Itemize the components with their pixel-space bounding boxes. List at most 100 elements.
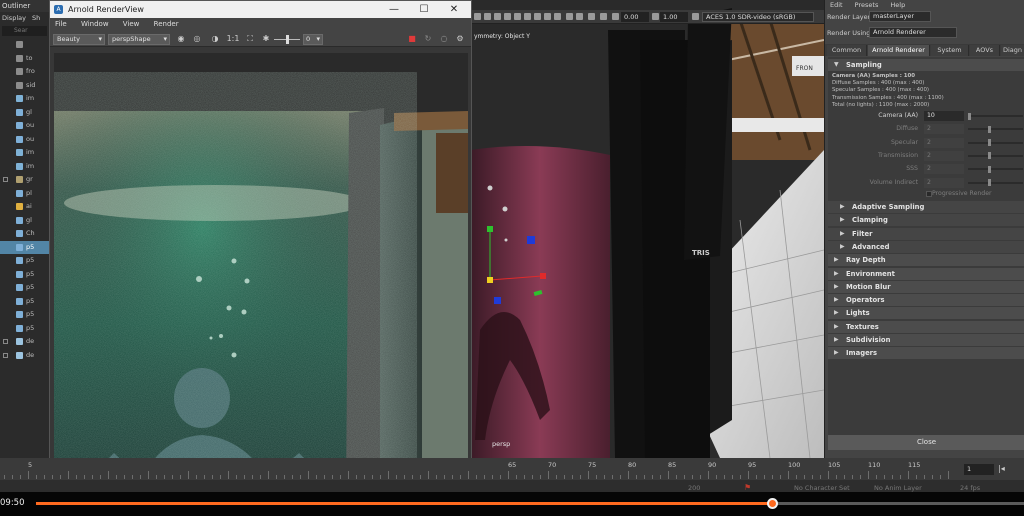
outliner-item[interactable]: gr bbox=[0, 173, 49, 187]
smooth-shade-icon[interactable] bbox=[514, 13, 521, 20]
outliner-item[interactable]: p5 bbox=[0, 322, 49, 336]
outliner-item[interactable]: pl bbox=[0, 187, 49, 201]
sss-slider-knob[interactable] bbox=[988, 165, 991, 173]
outliner-item[interactable]: fro bbox=[0, 65, 49, 79]
isolate-icon[interactable] bbox=[576, 13, 583, 20]
shadows-icon[interactable] bbox=[544, 13, 551, 20]
outliner-item[interactable]: gl bbox=[0, 106, 49, 120]
outliner-item[interactable]: ai bbox=[0, 200, 49, 214]
section-textures[interactable]: ▶ Textures bbox=[828, 320, 1024, 333]
rgb-icon[interactable]: ◎ bbox=[192, 34, 202, 44]
camera-aa-slider-knob[interactable] bbox=[968, 112, 971, 120]
render-layer-select[interactable]: masterLayer bbox=[869, 11, 931, 22]
camera-select[interactable]: perspShape bbox=[108, 34, 170, 45]
fps-select[interactable]: 24 fps bbox=[960, 484, 980, 492]
menu-render[interactable]: Render bbox=[154, 20, 179, 28]
character-set-icon[interactable]: ⚑ bbox=[744, 483, 751, 492]
tab-aovs[interactable]: AOVs bbox=[970, 45, 1000, 56]
ambient-occlusion-icon[interactable] bbox=[554, 13, 561, 20]
outliner-item[interactable]: ou bbox=[0, 119, 49, 133]
specular-field[interactable]: 2 bbox=[924, 137, 964, 148]
resolution-gate-icon[interactable] bbox=[494, 13, 501, 20]
channels-icon[interactable]: ◉ bbox=[176, 34, 186, 44]
outliner-item[interactable]: Ch bbox=[0, 227, 49, 241]
specular-slider[interactable] bbox=[968, 141, 1023, 144]
range-end-field[interactable]: 200 bbox=[688, 484, 700, 492]
gamma-field[interactable]: 1.00 bbox=[660, 12, 688, 22]
section-imagers[interactable]: ▶ Imagers bbox=[828, 347, 1024, 360]
aov-select[interactable]: Beauty bbox=[53, 34, 105, 45]
volume-indirect-field[interactable]: 2 bbox=[924, 177, 964, 188]
menu-edit[interactable]: Edit bbox=[830, 1, 843, 9]
xray-icon[interactable] bbox=[588, 13, 595, 20]
time-slider[interactable]: 5 65 70 75 80 85 90 95 100 105 110 115 1 |◂ bbox=[0, 458, 1024, 480]
view-transform-select[interactable]: ACES 1.0 SDR-video (sRGB) bbox=[702, 12, 814, 22]
diffuse-slider-knob[interactable] bbox=[988, 125, 991, 133]
outliner-item[interactable]: de bbox=[0, 349, 49, 363]
expand-icon[interactable] bbox=[3, 352, 8, 358]
renderview-titlebar[interactable]: A Arnold RenderView — ☐ ✕ bbox=[50, 1, 471, 18]
exposure-slider-knob[interactable] bbox=[286, 35, 289, 44]
camera-aa-field[interactable]: 10 bbox=[924, 111, 964, 121]
crop-region-icon[interactable]: ◌ bbox=[439, 34, 449, 44]
render-image-canvas[interactable] bbox=[54, 53, 468, 497]
outliner-item[interactable]: ou bbox=[0, 133, 49, 147]
section-ray-depth[interactable]: ▶ Ray Depth bbox=[828, 254, 1024, 267]
gamma-icon[interactable] bbox=[652, 13, 659, 20]
outliner-item[interactable]: to bbox=[0, 52, 49, 66]
minimize-button[interactable]: — bbox=[379, 1, 409, 18]
exposure-field[interactable]: 0.00 bbox=[621, 12, 649, 22]
outliner-item[interactable] bbox=[0, 38, 49, 52]
specular-slider-knob[interactable] bbox=[988, 139, 991, 147]
outliner-item[interactable]: gl bbox=[0, 214, 49, 228]
section-filter[interactable]: ▶ Filter bbox=[828, 227, 1024, 240]
diffuse-slider[interactable] bbox=[968, 128, 1023, 131]
menu-view[interactable]: View bbox=[123, 20, 140, 28]
tab-common[interactable]: Common bbox=[827, 45, 867, 56]
outliner-item[interactable]: p5 bbox=[0, 254, 49, 268]
render-image[interactable] bbox=[54, 53, 468, 497]
diffuse-field[interactable]: 2 bbox=[924, 124, 964, 135]
anim-layer-select[interactable]: No Anim Layer bbox=[874, 484, 922, 492]
viewport-panel[interactable]: FRON TRIS ymmetry: Object Y persp bbox=[470, 0, 824, 458]
menu-help[interactable]: Help bbox=[890, 1, 905, 9]
section-adaptive-sampling[interactable]: ▶ Adaptive Sampling bbox=[828, 201, 1024, 213]
outliner-item[interactable]: im bbox=[0, 146, 49, 160]
transmission-slider[interactable] bbox=[968, 154, 1023, 157]
step-back-icon[interactable]: |◂ bbox=[998, 464, 1006, 475]
wireframe-icon[interactable] bbox=[504, 13, 511, 20]
render-using-select[interactable]: Arnold Renderer bbox=[869, 27, 957, 38]
tab-arnold-renderer[interactable]: Arnold Renderer bbox=[868, 45, 930, 56]
outliner-item[interactable]: p5 bbox=[0, 295, 49, 309]
menu-presets[interactable]: Presets bbox=[855, 1, 879, 9]
motion-blur-icon[interactable] bbox=[566, 13, 573, 20]
transmission-field[interactable]: 2 bbox=[924, 150, 964, 161]
transmission-slider-knob[interactable] bbox=[988, 152, 991, 160]
character-set-select[interactable]: No Character Set bbox=[794, 484, 850, 492]
fit-icon[interactable]: ⛶ bbox=[245, 34, 255, 44]
lut-icon[interactable]: ◑ bbox=[210, 34, 220, 44]
seek-bar[interactable] bbox=[36, 498, 1024, 509]
lights-icon[interactable] bbox=[534, 13, 541, 20]
section-lights[interactable]: ▶ Lights bbox=[828, 307, 1024, 320]
outliner-item[interactable]: p5 bbox=[0, 268, 49, 282]
settings-gear-icon[interactable]: ⚙ bbox=[455, 34, 465, 44]
outliner-item[interactable]: im bbox=[0, 92, 49, 106]
menu-file[interactable]: File bbox=[55, 20, 67, 28]
expand-icon[interactable] bbox=[3, 339, 8, 344]
sss-slider[interactable] bbox=[968, 168, 1023, 171]
outliner-search-input[interactable]: Sear bbox=[2, 26, 47, 36]
exposure-icon[interactable] bbox=[612, 13, 619, 20]
expand-icon[interactable] bbox=[3, 177, 8, 182]
outliner-item[interactable]: p5 bbox=[0, 308, 49, 322]
section-clamping[interactable]: ▶ Clamping bbox=[828, 214, 1024, 227]
menu-window[interactable]: Window bbox=[81, 20, 109, 28]
outliner-menu-display[interactable]: Display bbox=[2, 14, 26, 22]
section-environment[interactable]: ▶ Environment bbox=[828, 267, 1024, 280]
outliner-item[interactable]: sid bbox=[0, 79, 49, 93]
stop-render-icon[interactable]: ■ bbox=[407, 34, 417, 44]
outliner-menu-show[interactable]: Sh bbox=[32, 14, 40, 22]
xray-joints-icon[interactable] bbox=[600, 13, 607, 20]
textured-icon[interactable] bbox=[524, 13, 531, 20]
volume-indirect-slider-knob[interactable] bbox=[988, 179, 991, 186]
